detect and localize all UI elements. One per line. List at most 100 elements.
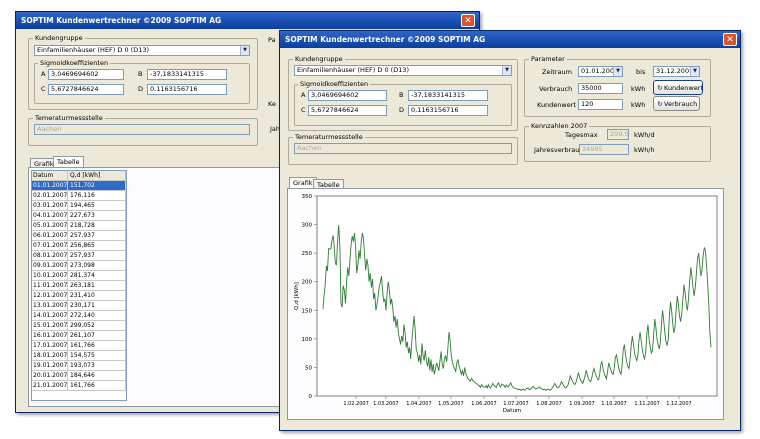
table-header-row: Datum Q,d [kWh] (32, 171, 126, 181)
table-row[interactable]: 13.01.2007 230,171 (32, 301, 126, 311)
table-cell-qd: 261,107 (68, 331, 126, 341)
chevron-down-icon[interactable]: ▼ (690, 67, 699, 76)
y-tick-label: 200 (302, 280, 313, 286)
consumption-chart: 0 50 100 150 200 250 300 350 1.02.2007 1.03.2007… (294, 194, 718, 414)
kundengruppe-select[interactable]: Einfamilienhäuser (HEF) D 0 (D13) ▼ (294, 65, 512, 76)
table-row[interactable]: 17.01.2007 161,766 (32, 341, 126, 351)
back-coef-b-label: B (138, 70, 143, 78)
chevron-down-icon[interactable]: ▼ (613, 67, 622, 76)
table-cell-qd: 194,465 (68, 201, 126, 211)
table-cell-qd: 256,865 (68, 241, 126, 251)
table-row[interactable]: 14.01.2007 272,140 (32, 311, 126, 321)
back-coef-c-field[interactable]: 5,6727846624 (48, 84, 124, 95)
table-cell-qd: 184,646 (68, 371, 126, 381)
back-kundengruppe-select[interactable]: Einfamilienhäuser (HEF) D 0 (D13) ▼ (34, 45, 250, 56)
table-cell-qd: 227,673 (68, 211, 126, 221)
table-row[interactable]: 20.01.2007 184,646 (32, 371, 126, 381)
table-cell-datum: 04.01.2007 (32, 211, 68, 221)
coef-a-field[interactable]: 3,0469694602 (308, 90, 387, 101)
table-cell-datum: 15.01.2007 (32, 321, 68, 331)
temp-field: Aachen (294, 143, 512, 154)
table-cell-datum: 03.01.2007 (32, 201, 68, 211)
table-row[interactable]: 18.01.2007 154,575 (32, 351, 126, 361)
table-cell-datum: 08.01.2007 (32, 251, 68, 261)
table-row[interactable]: 19.01.2007 193,073 (32, 361, 126, 371)
table-cell-qd: 273,098 (68, 261, 126, 271)
kundenwert-button[interactable]: ↻Kundenwert (653, 80, 703, 95)
coef-c-field[interactable]: 5,6727846624 (308, 105, 387, 116)
back-coef-b-field[interactable]: -37,1833141315 (147, 69, 227, 80)
kundenwert-button-label: Kundenwert (664, 84, 703, 92)
table-row[interactable]: 06.01.2007 257,937 (32, 231, 126, 241)
back-coef-d-field[interactable]: 0,1163156716 (147, 84, 227, 95)
table-cell-datum: 13.01.2007 (32, 301, 68, 311)
close-icon[interactable]: ✕ (461, 14, 475, 27)
table-row[interactable]: 07.01.2007 256,865 (32, 241, 126, 251)
temp-label: Temeraturmessstelle (293, 133, 365, 141)
table-row[interactable]: 15.01.2007 299,052 (32, 321, 126, 331)
table-cell-qd: 257,937 (68, 231, 126, 241)
table-row[interactable]: 12.01.2007 231,410 (32, 291, 126, 301)
refresh-icon: ↻ (657, 100, 663, 108)
table-cell-qd: 257,937 (68, 251, 126, 261)
table-cell-qd: 161,766 (68, 381, 126, 391)
verbrauch-field[interactable]: 35000 (578, 83, 623, 94)
table-cell-datum: 01.01.2007 (32, 181, 68, 191)
back-coef-c-label: C (41, 85, 46, 93)
table-row[interactable]: 21.01.2007 161,766 (32, 381, 126, 391)
close-icon[interactable]: ✕ (723, 33, 737, 46)
sigmoid-label: Sigmoidkoeffizienten (298, 80, 371, 88)
back-coef-d-label: D (138, 85, 144, 93)
table-row[interactable]: 02.01.2007 176,116 (32, 191, 126, 201)
x-tick-label: 1.02.2007 (343, 401, 368, 407)
table-cell-datum: 21.01.2007 (32, 381, 68, 391)
table-header-qd[interactable]: Q,d [kWh] (68, 171, 126, 181)
table-row[interactable]: 10.01.2007 281,374 (32, 271, 126, 281)
table-row[interactable]: 01.01.2007 151,702 (32, 181, 126, 191)
zeitraum-from-select[interactable]: 01.01.2007 ▼ (578, 66, 623, 77)
table-cell-qd: 218,728 (68, 221, 126, 231)
table-cell-datum: 11.01.2007 (32, 281, 68, 291)
zeitraum-to-select[interactable]: 31.12.2007 ▼ (653, 66, 700, 77)
x-tick-label: 1.09.2007 (569, 401, 594, 407)
x-tick-label: 1.04.2007 (406, 401, 431, 407)
table-row[interactable]: 09.01.2007 273,098 (32, 261, 126, 271)
table-cell-qd: 230,171 (68, 301, 126, 311)
jahresverbrauch-unit: kWh/h (634, 146, 655, 154)
front-window: SOPTIM Kundenwertrechner ©2009 SOPTIM AG… (279, 30, 741, 431)
table-cell-qd: 176,116 (68, 191, 126, 201)
y-tick-label: 50 (305, 365, 312, 371)
coef-d-field[interactable]: 0,1163156716 (408, 105, 488, 116)
table-cell-qd: 231,410 (68, 291, 126, 301)
kundengruppe-value: Einfamilienhäuser (HEF) D 0 (D13) (297, 66, 410, 74)
table-row[interactable]: 08.01.2007 257,937 (32, 251, 126, 261)
chevron-down-icon[interactable]: ▼ (502, 66, 511, 75)
back-kundengruppe-value: Einfamilienhäuser (HEF) D 0 (D13) (37, 46, 150, 54)
table-header-datum[interactable]: Datum (32, 171, 68, 181)
back-coef-a-label: A (41, 70, 46, 78)
table-row[interactable]: 03.01.2007 194,465 (32, 201, 126, 211)
kundenwert-field[interactable]: 120 (578, 99, 623, 110)
table-row[interactable]: 05.01.2007 218,728 (32, 221, 126, 231)
parameter-label: Parameter (529, 55, 567, 63)
y-axis-label: Q,d [kWh] (294, 282, 300, 310)
table-row[interactable]: 16.01.2007 261,107 (32, 331, 126, 341)
coef-b-field[interactable]: -37,1833141315 (408, 90, 488, 101)
verbrauch-button[interactable]: ↻Verbrauch (653, 96, 700, 111)
table-cell-qd: 299,052 (68, 321, 126, 331)
x-tick-label: 1.03.2007 (373, 401, 398, 407)
refresh-icon: ↻ (657, 84, 663, 92)
table-row[interactable]: 04.01.2007 227,673 (32, 211, 126, 221)
back-coef-a-field[interactable]: 3,0469694602 (48, 69, 124, 80)
table-cell-qd: 151,702 (68, 181, 126, 191)
back-temp-label: Temeraturmessstelle (33, 114, 105, 122)
table-cell-datum: 12.01.2007 (32, 291, 68, 301)
y-tick-label: 300 (302, 223, 313, 229)
coef-a-label: A (301, 91, 306, 99)
table-cell-datum: 17.01.2007 (32, 341, 68, 351)
table-row[interactable]: 11.01.2007 263,181 (32, 281, 126, 291)
table-cell-datum: 18.01.2007 (32, 351, 68, 361)
tagesmax-field: 299,021 (607, 129, 629, 140)
table-cell-qd: 193,073 (68, 361, 126, 371)
chevron-down-icon[interactable]: ▼ (240, 46, 249, 55)
